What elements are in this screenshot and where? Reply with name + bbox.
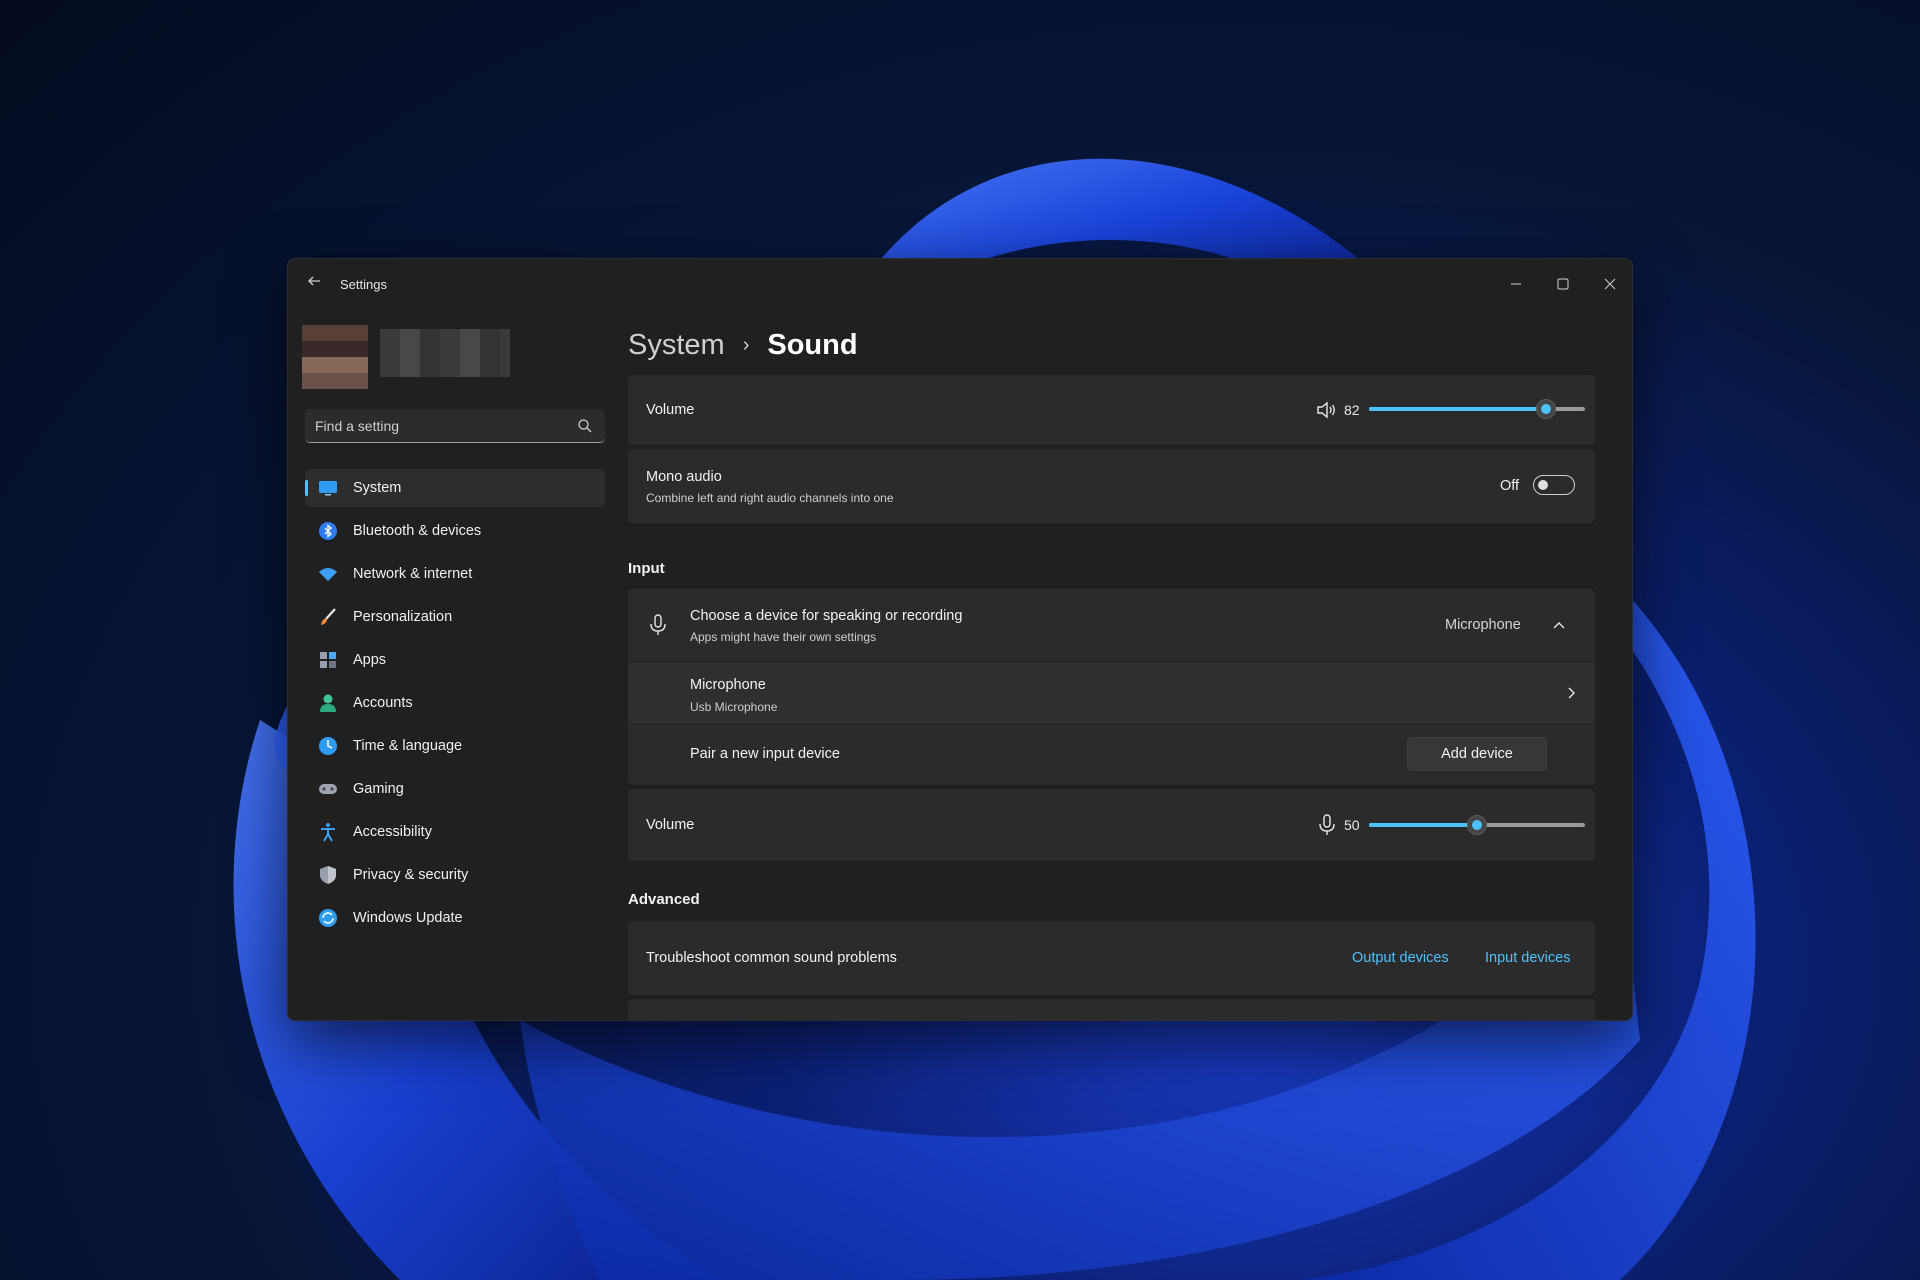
sidebar-item-label: Windows Update [353, 910, 463, 926]
maximize-icon [1557, 278, 1569, 290]
system-display-icon [316, 476, 340, 500]
sidebar-item-label: Gaming [353, 781, 404, 797]
back-button[interactable] [302, 273, 326, 295]
toggle-knob [1538, 480, 1548, 490]
title-bar: Settings [288, 259, 1632, 309]
selected-input-device: Microphone [1445, 617, 1521, 633]
sidebar-item-network[interactable]: Network & internet [305, 555, 605, 593]
output-volume-slider[interactable] [1369, 399, 1585, 419]
close-icon [1604, 278, 1616, 290]
input-devices-link[interactable]: Input devices [1485, 950, 1570, 966]
sidebar-item-windows-update[interactable]: Windows Update [305, 899, 605, 937]
sidebar-item-label: Network & internet [353, 566, 473, 582]
slider-thumb[interactable] [1536, 399, 1557, 419]
breadcrumb-parent[interactable]: System [628, 329, 725, 362]
input-volume-card: Volume 50 [628, 789, 1595, 861]
mono-audio-toggle[interactable] [1533, 475, 1575, 495]
advanced-section-heading: Advanced [628, 891, 700, 908]
minimize-icon [1511, 283, 1521, 285]
input-section-heading: Input [628, 560, 665, 577]
settings-window: Settings System Bluetooth & devices [287, 258, 1633, 1021]
microphone-icon [650, 614, 666, 635]
mono-audio-state: Off [1500, 478, 1520, 494]
breadcrumb: System › Sound [628, 325, 858, 365]
sidebar-item-label: Bluetooth & devices [353, 523, 482, 539]
input-volume-label: Volume [646, 817, 695, 833]
search-box[interactable] [305, 409, 605, 443]
sidebar-item-label: Accounts [353, 695, 413, 711]
input-volume-value: 50 [1344, 817, 1360, 833]
troubleshoot-label: Troubleshoot common sound problems [646, 950, 897, 966]
choose-device-subtitle: Apps might have their own settings [690, 630, 877, 644]
input-volume-slider[interactable] [1369, 815, 1585, 835]
brush-icon [316, 605, 340, 629]
choose-input-device-card[interactable]: Choose a device for speaking or recordin… [628, 589, 1595, 661]
sidebar-item-gaming[interactable]: Gaming [305, 770, 605, 808]
sidebar-item-system[interactable]: System [305, 469, 605, 507]
output-volume-value: 82 [1344, 402, 1360, 418]
sidebar-item-label: Time & language [353, 738, 463, 754]
add-device-button[interactable]: Add device [1407, 737, 1547, 771]
chevron-right-icon [1568, 687, 1575, 699]
chevron-right-icon: › [742, 333, 750, 356]
output-volume-label: Volume [646, 402, 695, 418]
shield-icon [316, 863, 340, 887]
speaker-icon[interactable] [1315, 398, 1339, 422]
choose-device-title: Choose a device for speaking or recordin… [690, 608, 963, 624]
sidebar-item-accessibility[interactable]: Accessibility [305, 813, 605, 851]
slider-fill [1369, 823, 1477, 827]
device-detail: Usb Microphone [690, 700, 778, 714]
person-icon [316, 691, 340, 715]
search-icon[interactable] [577, 418, 593, 434]
sidebar-item-time-language[interactable]: Time & language [305, 727, 605, 765]
back-arrow-icon [308, 276, 320, 286]
minimize-button[interactable] [1493, 267, 1539, 301]
sidebar-item-accounts[interactable]: Accounts [305, 684, 605, 722]
sidebar-item-label: System [353, 480, 402, 496]
mono-audio-card: Mono audio Combine left and right audio … [628, 449, 1595, 523]
pair-device-label: Pair a new input device [690, 746, 840, 762]
pair-input-device-row: Pair a new input device Add device [628, 725, 1595, 785]
sidebar-item-bluetooth[interactable]: Bluetooth & devices [305, 512, 605, 550]
bluetooth-icon [316, 519, 340, 543]
next-setting-card-partial [628, 999, 1595, 1020]
close-button[interactable] [1587, 267, 1632, 301]
mono-audio-title: Mono audio [646, 469, 722, 485]
sidebar-item-label: Accessibility [353, 824, 432, 840]
maximize-button[interactable] [1540, 267, 1586, 301]
search-input[interactable] [315, 409, 565, 442]
app-title: Settings [340, 277, 387, 292]
slider-thumb[interactable] [1467, 815, 1487, 835]
page-title: Sound [767, 328, 858, 361]
nav-list: System Bluetooth & devices Network & int… [305, 469, 605, 942]
sidebar: System Bluetooth & devices Network & int… [288, 309, 618, 1020]
sidebar-item-apps[interactable]: Apps [305, 641, 605, 679]
output-devices-link[interactable]: Output devices [1352, 950, 1449, 966]
apps-icon [316, 648, 340, 672]
sidebar-item-personalization[interactable]: Personalization [305, 598, 605, 636]
gamepad-icon [316, 777, 340, 801]
output-volume-card: Volume 82 [628, 375, 1595, 445]
sidebar-item-label: Apps [353, 652, 387, 668]
sidebar-item-label: Personalization [353, 609, 453, 625]
accessibility-icon [316, 820, 340, 844]
main-content: System › Sound Volume 82 Mono audio Comb… [628, 309, 1632, 1020]
slider-fill [1369, 407, 1547, 411]
troubleshoot-card: Troubleshoot common sound problems Outpu… [628, 921, 1595, 995]
chevron-up-icon[interactable] [1552, 619, 1566, 633]
mono-audio-description: Combine left and right audio channels in… [646, 491, 894, 505]
microphone-icon[interactable] [1315, 813, 1339, 837]
device-name: Microphone [690, 677, 766, 693]
account-name-redacted [380, 329, 510, 377]
avatar[interactable] [302, 325, 368, 389]
microphone-device-row[interactable]: Microphone Usb Microphone [628, 662, 1595, 724]
update-icon [316, 906, 340, 930]
sidebar-item-label: Privacy & security [353, 867, 469, 883]
wifi-icon [316, 562, 340, 586]
sidebar-item-privacy-security[interactable]: Privacy & security [305, 856, 605, 894]
clock-globe-icon [316, 734, 340, 758]
